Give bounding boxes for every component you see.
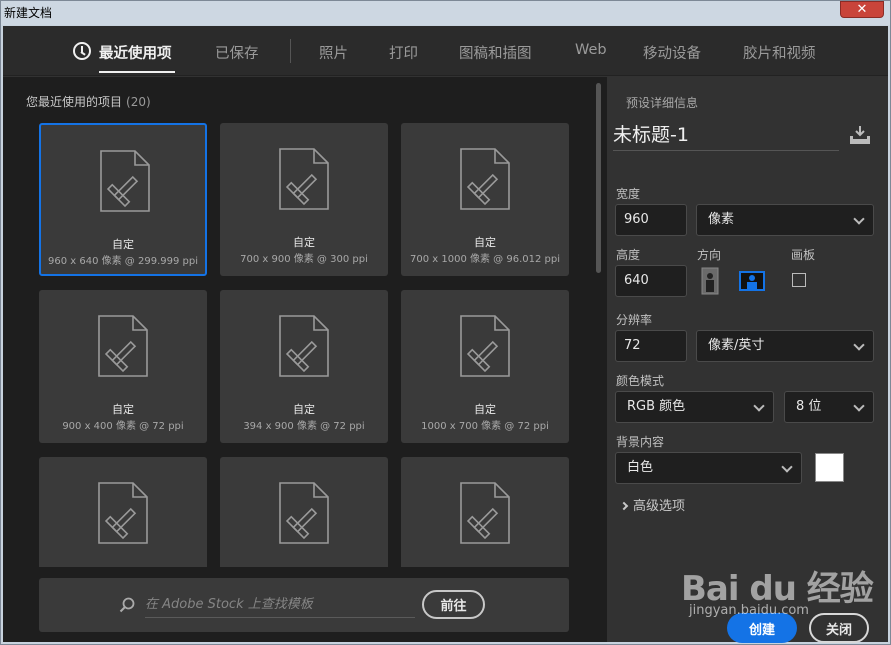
clock-icon: [73, 42, 91, 60]
resolution-input[interactable]: 72: [615, 330, 687, 362]
go-button[interactable]: 前往: [422, 590, 485, 619]
chevron-right-icon: [619, 501, 629, 511]
bit-depth-select[interactable]: 8 位: [784, 391, 874, 423]
width-unit-select[interactable]: 像素: [696, 204, 874, 236]
resolution-unit-select[interactable]: 像素/英寸: [696, 330, 874, 362]
recent-item-card[interactable]: 自定 700 x 900 像素 @ 300 ppi: [220, 123, 388, 276]
recent-item-card[interactable]: 自定 900 x 400 像素 @ 72 ppi: [39, 290, 207, 443]
height-label: 高度: [616, 248, 641, 262]
recent-item-card[interactable]: [401, 457, 569, 567]
resolution-unit-value: 像素/英寸: [708, 338, 765, 353]
tab-mobile[interactable]: 移动设备: [643, 42, 701, 63]
document-name-field[interactable]: 未标题-1: [613, 119, 839, 151]
document-icon: [457, 481, 513, 545]
recent-item-name: 自定: [112, 238, 134, 251]
document-icon: [276, 314, 332, 378]
recent-item-card[interactable]: [220, 457, 388, 567]
new-document-dialog: 最近使用项 已保存 照片 打印 图稿和插图 Web 移动设备 胶片和视频 您最近…: [3, 26, 888, 643]
recent-item-card[interactable]: 自定 1000 x 700 像素 @ 72 ppi: [401, 290, 569, 443]
recent-count: (20): [126, 95, 151, 109]
recent-item-info: 1000 x 700 像素 @ 72 ppi: [421, 421, 549, 432]
stock-search-bar: 前往: [39, 578, 569, 632]
width-input[interactable]: 960: [615, 204, 687, 236]
chevron-down-icon: [853, 339, 865, 351]
recent-item-card[interactable]: 自定 960 x 640 像素 @ 299.999 ppi: [39, 123, 207, 276]
recent-item-name: 自定: [293, 403, 315, 416]
recent-item-info: 700 x 900 像素 @ 300 ppi: [240, 254, 368, 265]
recent-panel: 您最近使用的项目 (20) 自定 960 x 640 像素 @ 299.999 pp…: [3, 77, 607, 642]
recent-item-info: 960 x 640 像素 @ 299.999 ppi: [48, 256, 198, 267]
document-icon: [276, 481, 332, 545]
recent-item-info: 700 x 1000 像素 @ 96.012 ppi: [410, 254, 560, 265]
recent-grid: 自定 960 x 640 像素 @ 299.999 ppi 自定 700 x 900 …: [39, 123, 579, 567]
close-button[interactable]: 关闭: [809, 613, 869, 643]
tab-print[interactable]: 打印: [389, 42, 418, 63]
category-tabs: 最近使用项 已保存 照片 打印 图稿和插图 Web 移动设备 胶片和视频: [3, 26, 888, 76]
advanced-options-toggle[interactable]: 高级选项: [619, 495, 686, 514]
recent-item-info: 394 x 900 像素 @ 72 ppi: [243, 421, 365, 432]
preset-details-panel: 预设详细信息 未标题-1 宽度 960 像素 高度 方向 画板 640 分辨率 …: [607, 77, 888, 643]
color-mode-select[interactable]: RGB 颜色: [615, 391, 774, 423]
tab-recent[interactable]: 最近使用项: [99, 42, 172, 63]
title-bar: 新建文档 ✕: [1, 1, 890, 25]
dialog-window: 新建文档 ✕ 最近使用项 已保存 照片 打印 图稿和插图 Web 移动设备 胶片…: [0, 0, 891, 645]
tab-art-illustration[interactable]: 图稿和插图: [459, 42, 532, 63]
tab-film-video[interactable]: 胶片和视频: [743, 42, 816, 63]
background-color-swatch[interactable]: [815, 453, 844, 482]
height-input[interactable]: 640: [615, 265, 687, 297]
create-button[interactable]: 创建: [727, 613, 797, 643]
document-icon: [457, 314, 513, 378]
document-icon: [95, 481, 151, 545]
color-mode-label: 颜色模式: [616, 374, 665, 388]
document-icon: [97, 149, 153, 213]
preset-details-header: 预设详细信息: [626, 96, 699, 110]
advanced-options-label: 高级选项: [633, 499, 686, 514]
recent-item-card[interactable]: [39, 457, 207, 567]
artboard-label: 画板: [791, 248, 816, 262]
recent-section-title: 您最近使用的项目 (20): [26, 93, 151, 110]
tab-saved[interactable]: 已保存: [215, 42, 259, 63]
orientation-label: 方向: [697, 248, 722, 262]
bit-depth-value: 8 位: [796, 399, 822, 414]
chevron-down-icon: [753, 400, 765, 412]
artboard-checkbox[interactable]: [792, 273, 806, 287]
scrollbar-thumb[interactable]: [596, 83, 601, 273]
document-icon: [95, 314, 151, 378]
width-label: 宽度: [616, 187, 641, 201]
recent-item-name: 自定: [474, 403, 496, 416]
portrait-orientation-icon[interactable]: [696, 267, 724, 295]
chevron-down-icon: [853, 400, 865, 412]
window-close-button[interactable]: ✕: [840, 1, 884, 18]
search-icon: [119, 597, 135, 613]
save-preset-icon[interactable]: [849, 125, 871, 145]
recent-item-card[interactable]: 自定 394 x 900 像素 @ 72 ppi: [220, 290, 388, 443]
window-title: 新建文档: [4, 6, 53, 20]
background-select[interactable]: 白色: [615, 452, 802, 484]
width-unit-value: 像素: [708, 212, 735, 227]
active-tab-underline: [99, 71, 175, 73]
recent-item-name: 自定: [112, 403, 134, 416]
background-label: 背景内容: [616, 435, 665, 449]
chevron-down-icon: [781, 461, 793, 473]
resolution-label: 分辨率: [616, 313, 653, 327]
color-mode-value: RGB 颜色: [627, 399, 686, 414]
tab-divider: [290, 39, 291, 63]
chevron-down-icon: [853, 213, 865, 225]
tab-web[interactable]: Web: [575, 42, 607, 58]
tab-photo[interactable]: 照片: [319, 42, 348, 63]
recent-title-text: 您最近使用的项目: [26, 95, 123, 109]
recent-item-card[interactable]: 自定 700 x 1000 像素 @ 96.012 ppi: [401, 123, 569, 276]
recent-item-name: 自定: [474, 236, 496, 249]
landscape-orientation-icon[interactable]: [738, 267, 766, 295]
stock-search-input[interactable]: [145, 592, 415, 618]
background-value: 白色: [627, 460, 654, 475]
document-icon: [276, 147, 332, 211]
recent-item-info: 900 x 400 像素 @ 72 ppi: [62, 421, 184, 432]
document-icon: [457, 147, 513, 211]
recent-item-name: 自定: [293, 236, 315, 249]
